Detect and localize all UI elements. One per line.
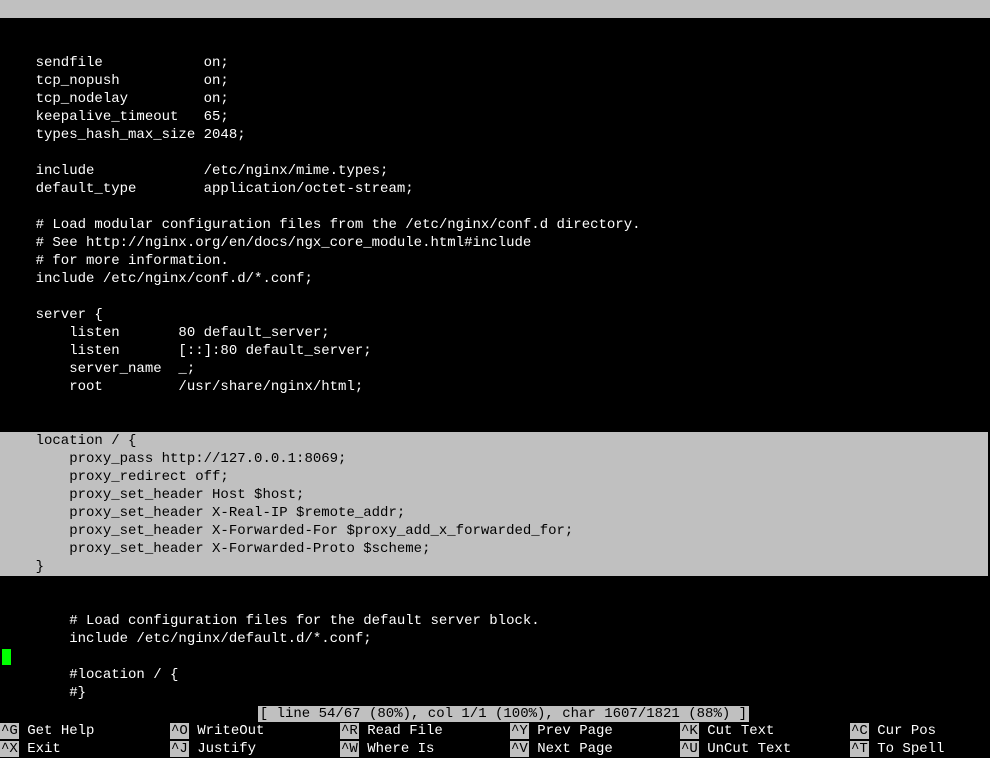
editor-line-selected: proxy_set_header X-Forwarded-For $proxy_… xyxy=(0,522,988,540)
shortcut-label: Prev Page xyxy=(529,723,613,739)
shortcut-item[interactable]: ^V Next Page xyxy=(510,740,680,758)
shortcut-item[interactable]: ^U UnCut Text xyxy=(680,740,850,758)
cursor xyxy=(2,649,11,665)
shortcut-bar: ^G Get Help^O WriteOut^R Read File^Y Pre… xyxy=(0,722,990,758)
shortcut-label: WriteOut xyxy=(189,723,265,739)
editor-line: tcp_nodelay on; xyxy=(2,91,229,107)
shortcut-item[interactable]: ^X Exit xyxy=(0,740,170,758)
editor-line-selected: } xyxy=(0,558,988,576)
shortcut-row: ^X Exit^J Justify^W Where Is^V Next Page… xyxy=(0,740,990,758)
shortcut-item[interactable]: ^T To Spell xyxy=(850,740,990,758)
editor-line-selected: proxy_redirect off; xyxy=(0,468,988,486)
editor-area[interactable]: sendfile on; tcp_nopush on; tcp_nodelay … xyxy=(0,18,990,702)
shortcut-key: ^K xyxy=(680,723,699,739)
editor-line-selected: location / { xyxy=(0,432,988,450)
shortcut-key: ^V xyxy=(510,741,529,757)
editor-line: include /etc/nginx/conf.d/*.conf; xyxy=(2,271,313,287)
editor-line-selected: proxy_set_header X-Forwarded-Proto $sche… xyxy=(0,540,988,558)
shortcut-item[interactable]: ^Y Prev Page xyxy=(510,722,680,740)
shortcut-key: ^U xyxy=(680,741,699,757)
shortcut-item[interactable]: ^R Read File xyxy=(340,722,510,740)
shortcut-label: Cur Pos xyxy=(869,723,936,739)
editor-line xyxy=(2,649,11,665)
shortcut-key: ^R xyxy=(340,723,359,739)
shortcut-label: Justify xyxy=(189,741,256,757)
app-name-version: GNU nano 2.3.1 xyxy=(21,18,155,36)
editor-line: keepalive_timeout 65; xyxy=(2,109,229,125)
editor-line: # Load modular configuration files from … xyxy=(2,217,641,233)
shortcut-item[interactable]: ^O WriteOut xyxy=(170,722,340,740)
shortcut-key: ^G xyxy=(0,723,19,739)
titlebar: GNU nano 2.3.1 File: /etc/nginx/nginx.co… xyxy=(0,0,990,18)
editor-line: # for more information. xyxy=(2,253,229,269)
shortcut-label: Exit xyxy=(19,741,61,757)
editor-line-selected: proxy_set_header X-Real-IP $remote_addr; xyxy=(0,504,988,522)
shortcut-label: Next Page xyxy=(529,741,613,757)
editor-line: include /etc/nginx/default.d/*.conf; xyxy=(2,631,372,647)
shortcut-label: Get Help xyxy=(19,723,95,739)
shortcut-key: ^J xyxy=(170,741,189,757)
editor-line-selected: proxy_pass http://127.0.0.1:8069; xyxy=(0,450,988,468)
editor-line: include /etc/nginx/mime.types; xyxy=(2,163,388,179)
shortcut-item[interactable]: ^J Justify xyxy=(170,740,340,758)
shortcut-key: ^C xyxy=(850,723,869,739)
shortcut-key: ^W xyxy=(340,741,359,757)
status-bar: [ line 54/67 (80%), col 1/1 (100%), char… xyxy=(0,690,990,722)
shortcut-label: Read File xyxy=(359,723,443,739)
editor-line: listen [::]:80 default_server; xyxy=(2,343,372,359)
editor-line: sendfile on; xyxy=(2,55,229,71)
editor-line: # Load configuration files for the defau… xyxy=(2,613,540,629)
shortcut-label: To Spell xyxy=(869,741,945,757)
shortcut-item[interactable]: ^C Cur Pos xyxy=(850,722,990,740)
editor-line: # See http://nginx.org/en/docs/ngx_core_… xyxy=(2,235,531,251)
editor-line: server_name _; xyxy=(2,361,195,377)
editor-line: tcp_nopush on; xyxy=(2,73,229,89)
shortcut-key: ^Y xyxy=(510,723,529,739)
shortcut-item[interactable]: ^G Get Help xyxy=(0,722,170,740)
editor-line: listen 80 default_server; xyxy=(2,325,330,341)
editor-line: default_type application/octet-stream; xyxy=(2,181,414,197)
shortcut-key: ^O xyxy=(170,723,189,739)
shortcut-item[interactable]: ^K Cut Text xyxy=(680,722,850,740)
file-path: File: /etc/nginx/nginx.conf xyxy=(382,36,609,54)
shortcut-label: Cut Text xyxy=(699,723,775,739)
status-bar-text: [ line 54/67 (80%), col 1/1 (100%), char… xyxy=(258,706,749,722)
shortcut-label: UnCut Text xyxy=(699,741,791,757)
editor-line: server { xyxy=(2,307,103,323)
shortcut-item[interactable]: ^W Where Is xyxy=(340,740,510,758)
shortcut-key: ^T xyxy=(850,741,869,757)
editor-line: root /usr/share/nginx/html; xyxy=(2,379,363,395)
editor-line-selected: proxy_set_header Host $host; xyxy=(0,486,988,504)
shortcut-row: ^G Get Help^O WriteOut^R Read File^Y Pre… xyxy=(0,722,990,740)
shortcut-label: Where Is xyxy=(359,741,435,757)
editor-line: types_hash_max_size 2048; xyxy=(2,127,246,143)
shortcut-key: ^X xyxy=(0,741,19,757)
editor-line: #location / { xyxy=(2,667,178,683)
